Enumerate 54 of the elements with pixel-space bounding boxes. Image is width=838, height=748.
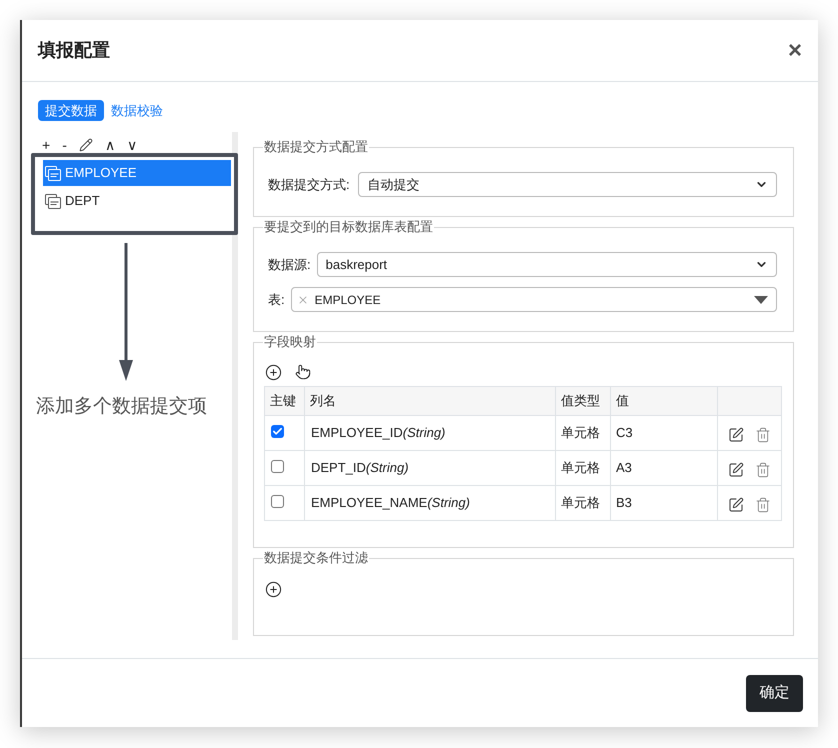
dialog-title: 填报配置 bbox=[38, 39, 110, 62]
plus-circle-icon[interactable] bbox=[265, 364, 282, 380]
datasource-select[interactable]: baskreport bbox=[316, 252, 777, 277]
move-up-button[interactable]: ∧ bbox=[104, 137, 115, 153]
confirm-button[interactable]: 确定 bbox=[746, 675, 803, 712]
table-cell: B3 bbox=[610, 486, 718, 520]
edit-icon[interactable] bbox=[728, 462, 744, 478]
table-cell: 单元格 bbox=[556, 416, 610, 450]
column-header: 列名 bbox=[304, 386, 556, 416]
table-cell: 单元格 bbox=[556, 486, 610, 520]
table-cell: C3 bbox=[610, 416, 718, 450]
stacked-sheets-icon bbox=[45, 166, 61, 180]
table-cell: A3 bbox=[610, 450, 718, 486]
table-cell: EMPLOYEE_ID(String) bbox=[304, 416, 556, 450]
section-legend: 要提交到的目标数据库表配置 bbox=[263, 219, 434, 235]
field-label: 数据源: bbox=[268, 256, 311, 274]
column-header: 值类型 bbox=[556, 386, 610, 416]
pencil-icon[interactable] bbox=[78, 138, 93, 152]
section-legend: 数据提交条件过滤 bbox=[263, 550, 369, 566]
edit-icon[interactable] bbox=[728, 426, 744, 442]
table-select[interactable]: EMPLOYEE bbox=[290, 287, 777, 312]
annotation-text: 添加多个数据提交项 bbox=[36, 395, 208, 419]
checkbox[interactable] bbox=[271, 460, 284, 473]
close-button[interactable]: × bbox=[788, 38, 802, 62]
plus-circle-icon[interactable] bbox=[265, 581, 282, 598]
field-label: 数据提交方式: bbox=[268, 176, 350, 194]
section-legend: 数据提交方式配置 bbox=[263, 139, 369, 155]
checkbox[interactable] bbox=[271, 495, 284, 508]
pointing-hand-icon[interactable] bbox=[295, 364, 311, 380]
move-down-button[interactable]: ∨ bbox=[126, 137, 137, 153]
column-header: 值 bbox=[610, 386, 718, 416]
tree-item[interactable]: EMPLOYEE bbox=[43, 160, 231, 186]
trash-icon[interactable] bbox=[755, 496, 771, 512]
stacked-sheets-icon bbox=[45, 194, 61, 208]
caret-down-icon bbox=[754, 296, 768, 304]
remove-button[interactable]: - bbox=[62, 137, 67, 153]
edit-icon[interactable] bbox=[728, 496, 744, 512]
submit-mode-select[interactable]: 自动提交 bbox=[358, 172, 777, 197]
add-button[interactable]: + bbox=[42, 137, 50, 153]
selected-table-tag: EMPLOYEE bbox=[314, 290, 381, 308]
column-header: 主键 bbox=[264, 386, 304, 416]
tab[interactable]: 提交数据 bbox=[38, 100, 104, 121]
tab[interactable]: 数据校验 bbox=[111, 100, 163, 121]
tree-item-label: DEPT bbox=[65, 192, 100, 210]
field-label: 表: bbox=[268, 290, 285, 309]
table-cell: EMPLOYEE_NAME(String) bbox=[304, 486, 556, 520]
checkbox[interactable] bbox=[271, 425, 284, 438]
table-cell: DEPT_ID(String) bbox=[304, 450, 556, 486]
tree-item-label: EMPLOYEE bbox=[65, 164, 137, 182]
trash-icon[interactable] bbox=[755, 426, 771, 442]
trash-icon[interactable] bbox=[755, 462, 771, 478]
table-cell: 单元格 bbox=[556, 450, 610, 486]
remove-icon[interactable] bbox=[296, 294, 309, 306]
section-legend: 字段映射 bbox=[263, 334, 317, 350]
